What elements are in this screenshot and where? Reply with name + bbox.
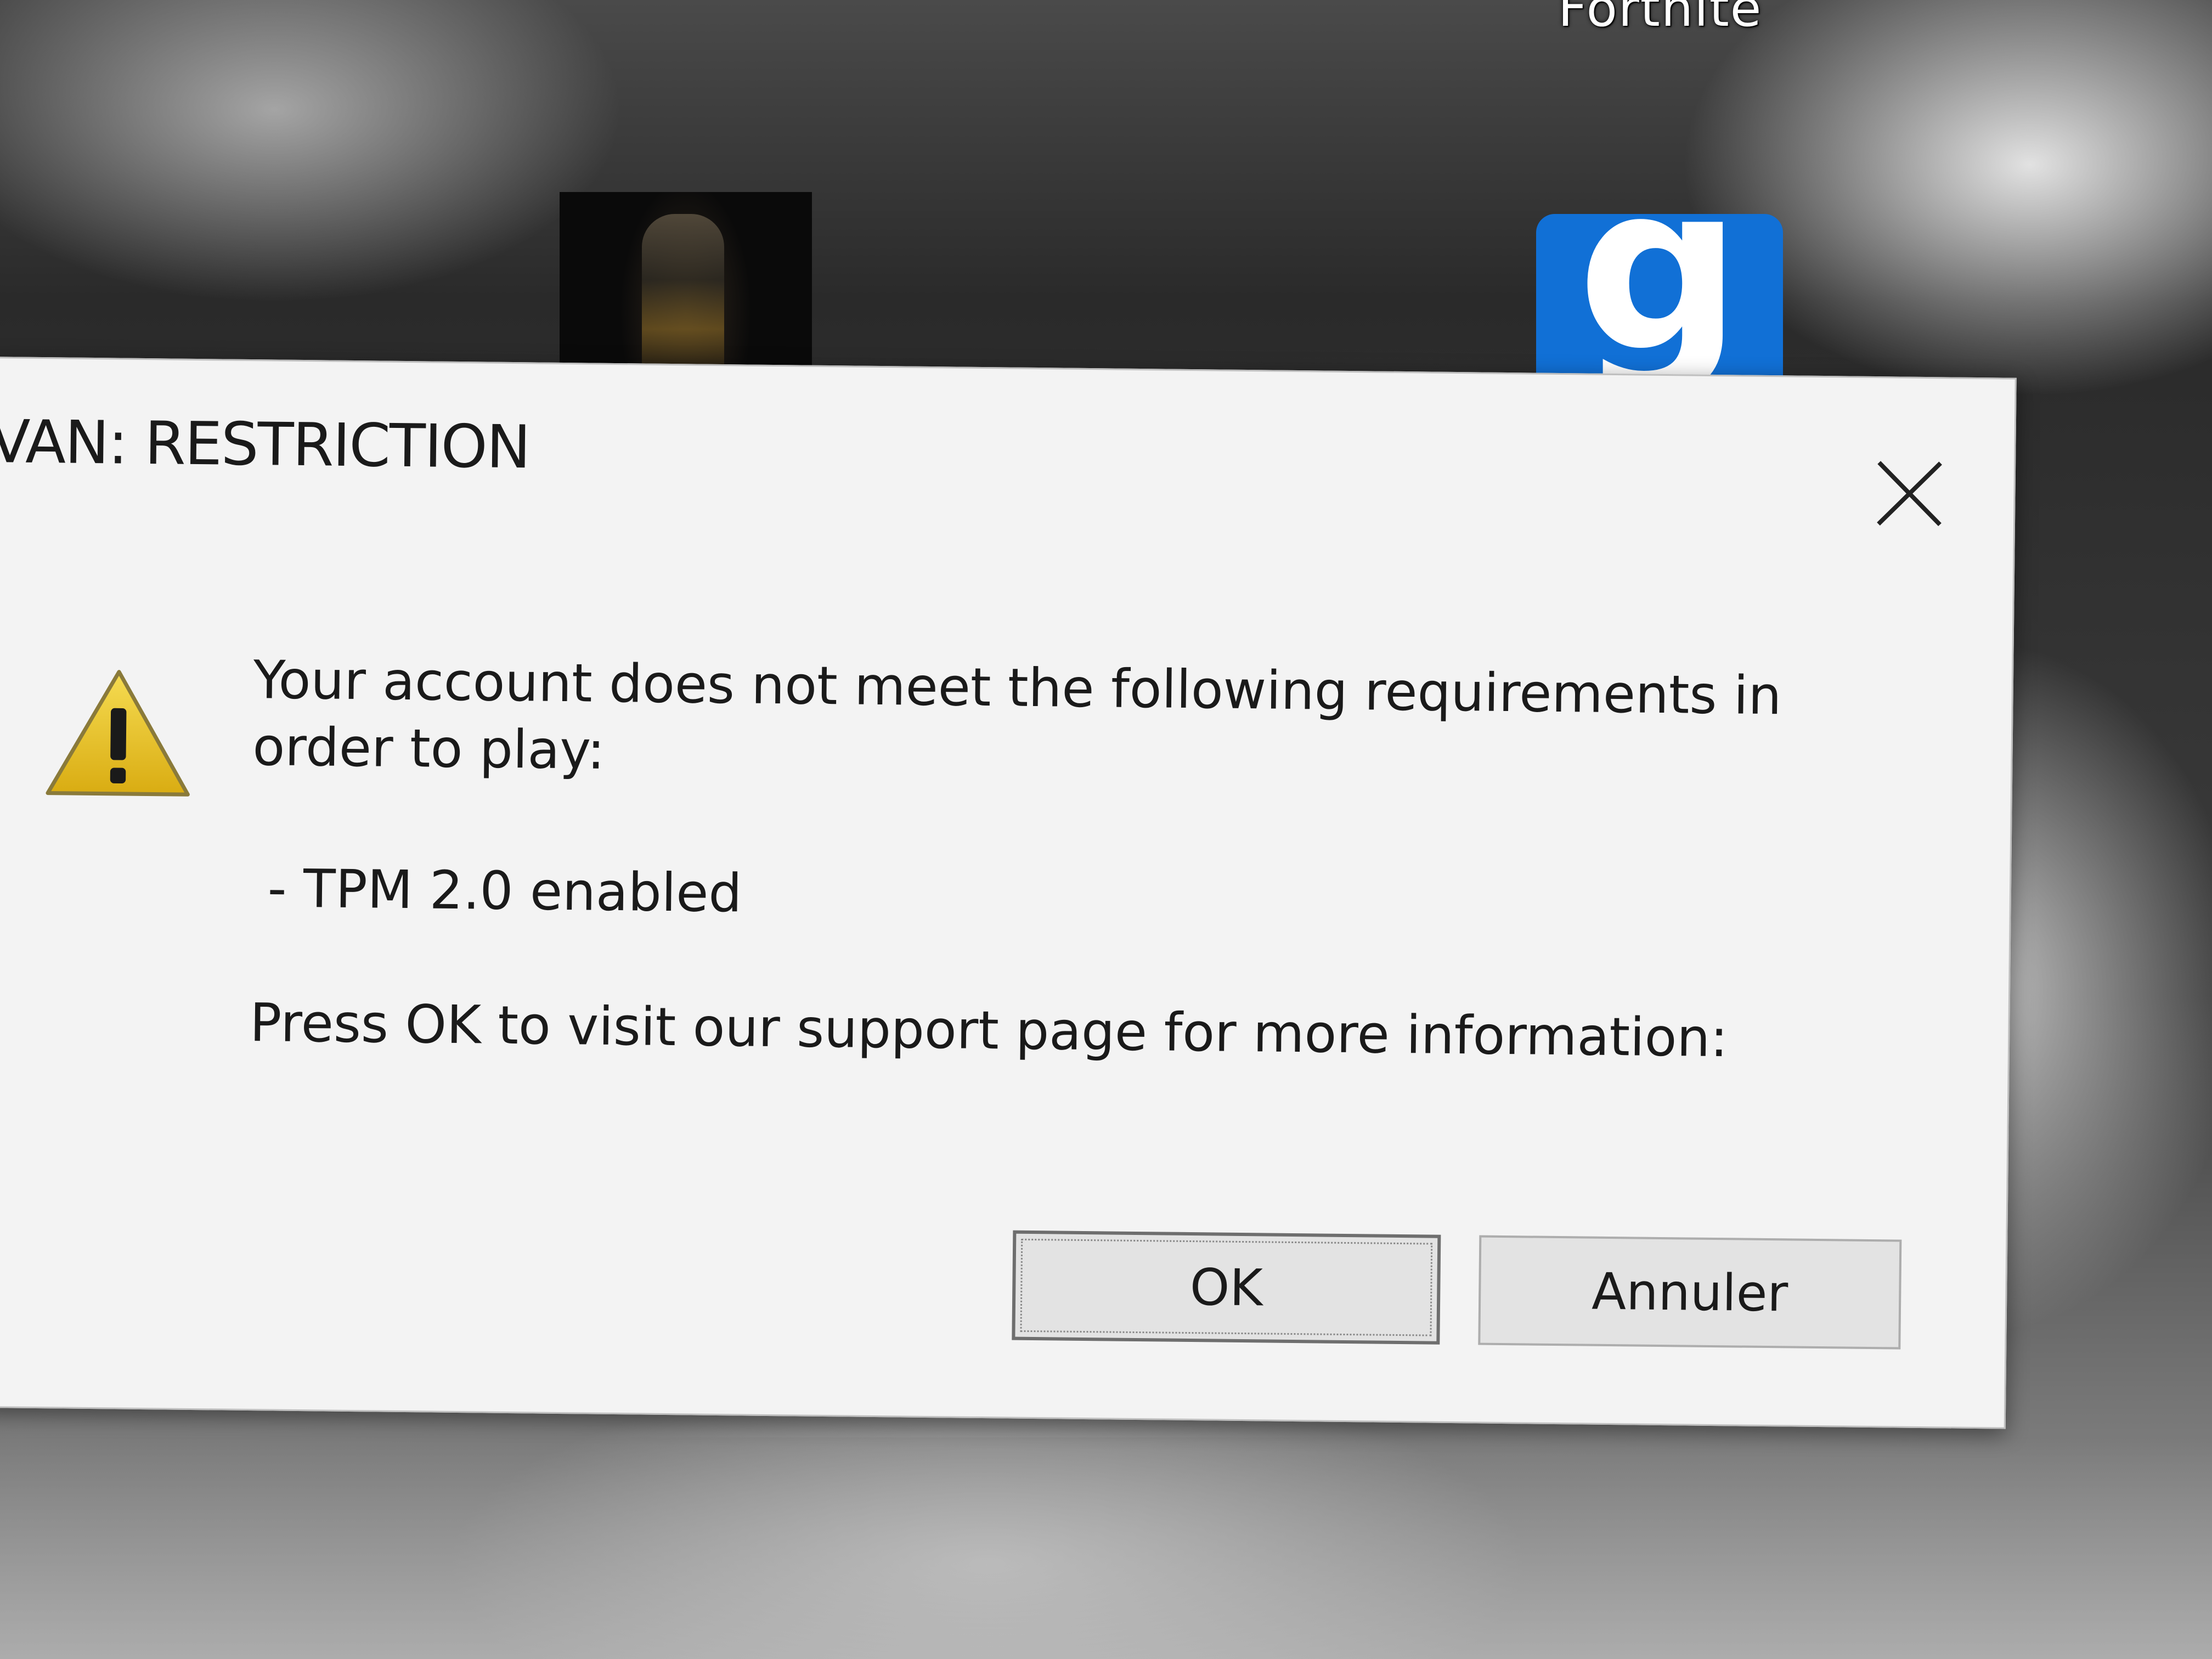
desktop-background-bottom: [0, 1437, 2212, 1659]
dialog-message: Your account does not meet the following…: [252, 649, 1782, 781]
close-icon: [1877, 461, 1942, 527]
restriction-dialog: VAN: RESTRICTION Your account does not m…: [0, 357, 2017, 1429]
cancel-button[interactable]: Annuler: [1478, 1235, 1902, 1350]
game-shortcut-icon[interactable]: [560, 192, 812, 379]
app-shortcut-icon[interactable]: g: [1536, 154, 1783, 395]
requirement-item: - TPM 2.0 enabled: [267, 857, 742, 924]
support-text: Press OK to visit our support page for m…: [249, 992, 1729, 1069]
dialog-title: VAN: RESTRICTION: [0, 408, 531, 482]
warning-icon: [38, 663, 199, 808]
game-artwork: [642, 214, 724, 379]
close-button[interactable]: [1865, 449, 1954, 538]
app-icon-glyph: g: [1577, 134, 1742, 403]
ok-button[interactable]: OK: [1012, 1230, 1441, 1345]
fortnite-shortcut-label[interactable]: Fortnite: [1558, 0, 1762, 38]
